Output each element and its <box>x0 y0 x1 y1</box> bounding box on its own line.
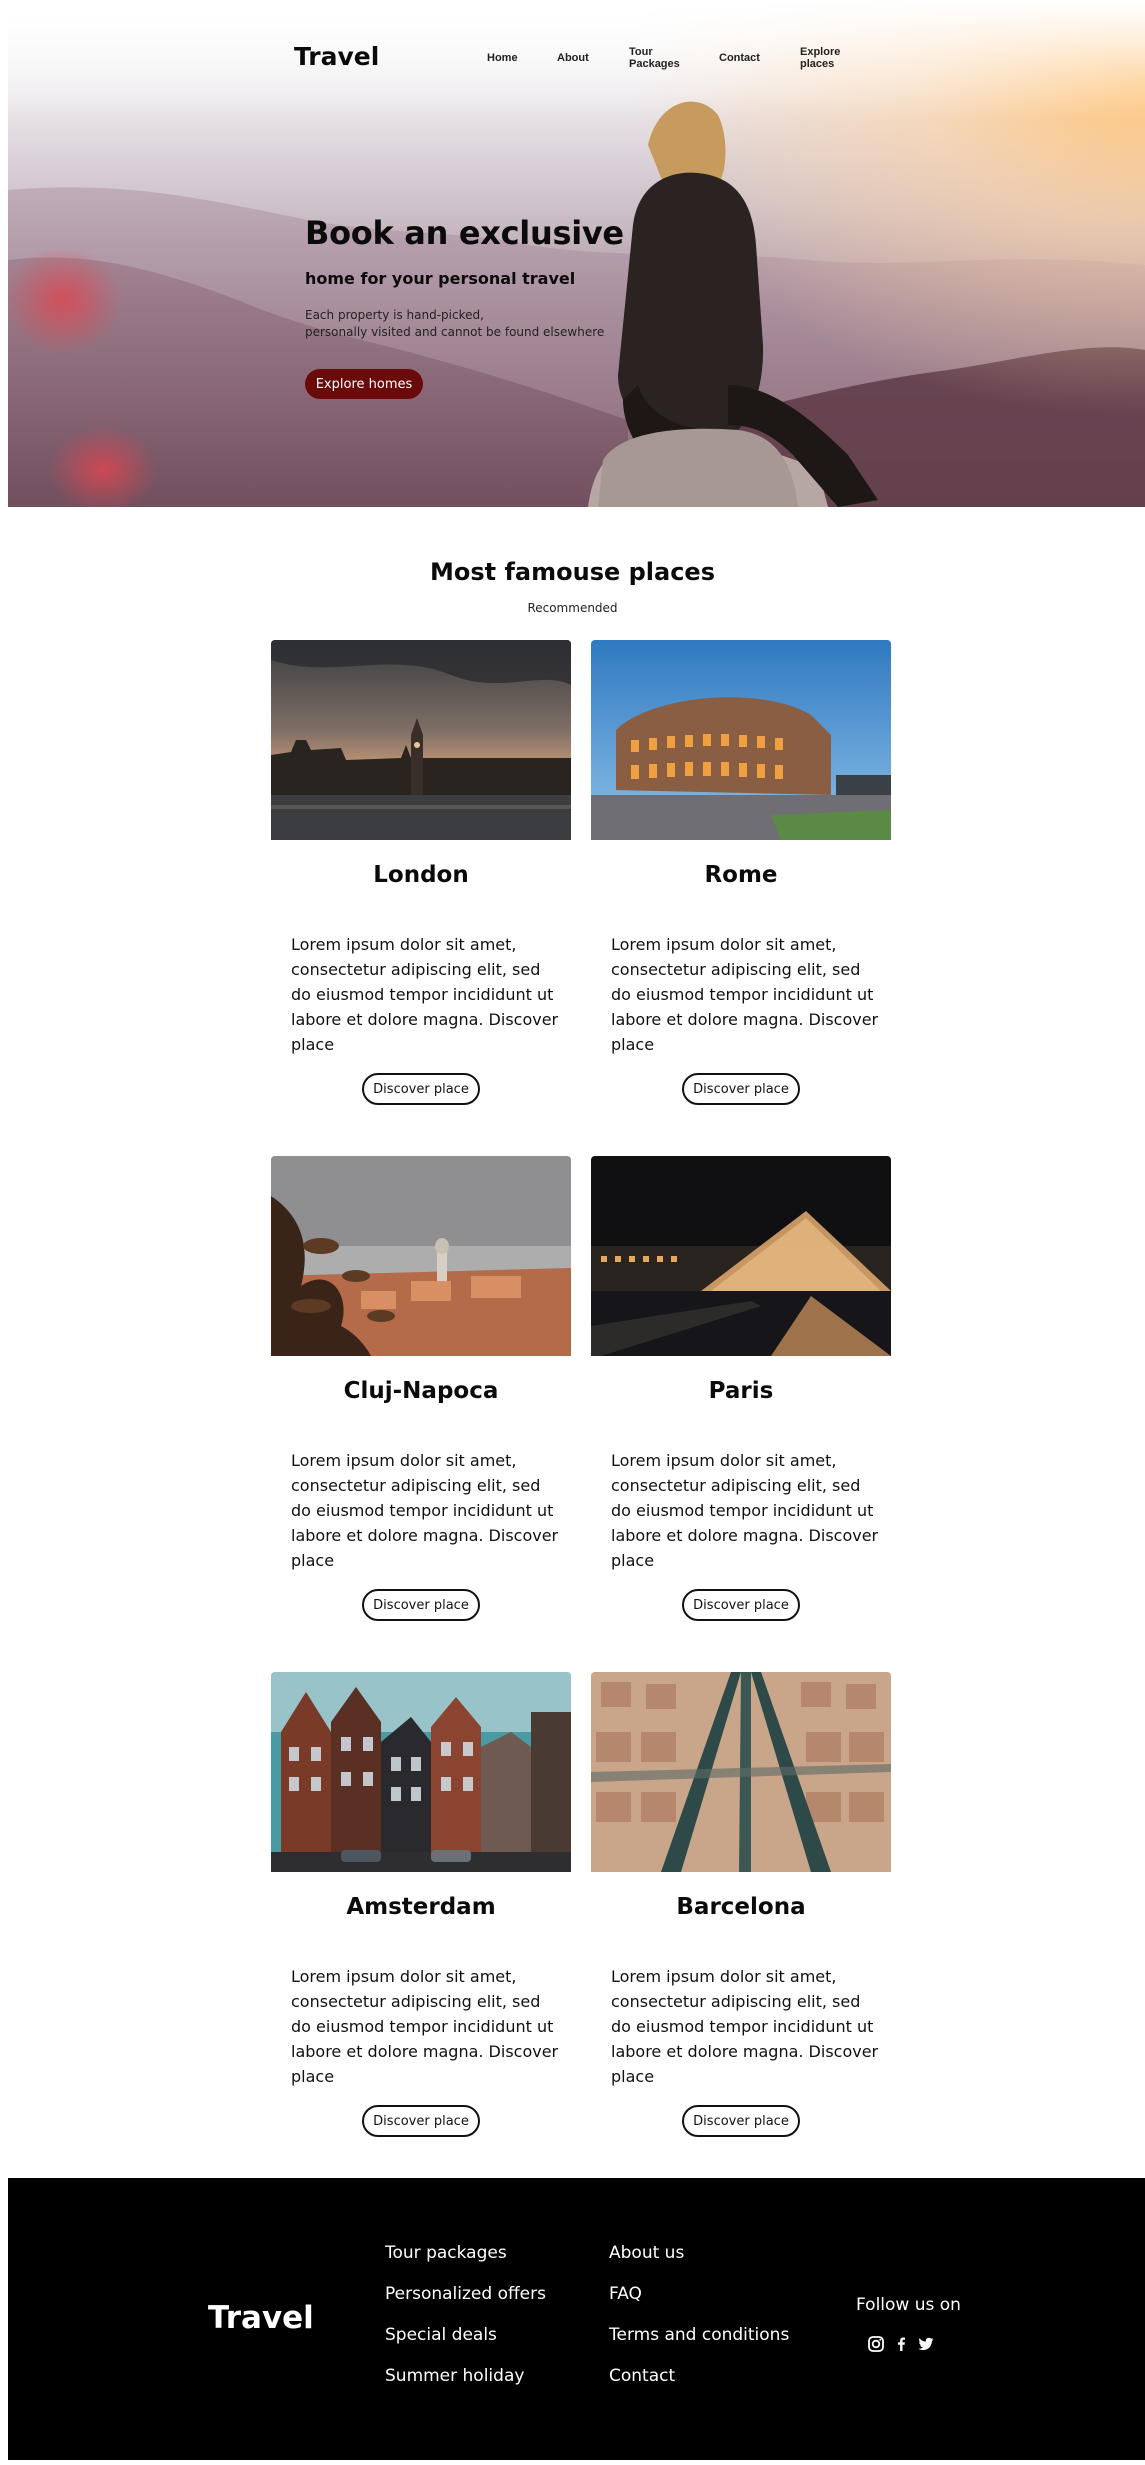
cluj-napoca-photo <box>271 1156 571 1356</box>
amsterdam-photo <box>271 1672 571 1872</box>
card-description: Lorem ipsum dolor sit amet, consectetur … <box>611 935 879 1054</box>
card-description: Lorem ipsum dolor sit amet, consectetur … <box>611 1451 879 1570</box>
discover-place-button[interactable]: Discover place <box>362 2105 480 2137</box>
card-city-name: Rome <box>704 862 778 888</box>
paris-photo <box>591 1156 891 1356</box>
nav-link-label: Home <box>487 52 518 64</box>
nav-link-label: Tour <box>629 46 653 58</box>
site-logo[interactable]: Travel <box>294 42 379 71</box>
nav-link-label: About <box>557 52 589 64</box>
card-description: Lorem ipsum dolor sit amet, consectetur … <box>291 1451 559 1570</box>
footer-link-terms[interactable]: Terms and conditions <box>609 2325 789 2345</box>
footer-link-contact[interactable]: Contact <box>609 2366 675 2386</box>
footer: Travel Tour packages Personalized offers… <box>8 2178 1145 2460</box>
footer-link-tour-packages[interactable]: Tour packages <box>385 2243 507 2263</box>
card-city-name: London <box>373 862 469 888</box>
follow-us-label: Follow us on <box>856 2295 961 2315</box>
london-photo <box>271 640 571 840</box>
nav-link-label: places <box>800 58 835 70</box>
section-subtitle: Recommended <box>527 601 618 615</box>
footer-link-personalized-offers[interactable]: Personalized offers <box>385 2284 546 2304</box>
hero-headline: Book an exclusive <box>305 214 624 252</box>
hero-paragraph-line: personally visited and cannot be found e… <box>305 325 605 339</box>
card-description: Lorem ipsum dolor sit amet, consectetur … <box>611 1967 879 2086</box>
twitter-icon[interactable] <box>916 2334 936 2354</box>
card-city-name: Cluj-Napoca <box>343 1378 499 1404</box>
instagram-icon[interactable] <box>866 2334 886 2354</box>
card-city-name: Paris <box>708 1378 774 1404</box>
footer-link-faq[interactable]: FAQ <box>609 2284 642 2304</box>
discover-place-button[interactable]: Discover place <box>682 1073 800 1105</box>
traveler-figure <box>598 101 878 507</box>
discover-place-button[interactable]: Discover place <box>362 1073 480 1105</box>
place-card-paris: Paris Lorem ipsum dolor sit amet, consec… <box>591 1156 891 1621</box>
hero-subheadline: home for your personal travel <box>305 269 576 288</box>
discover-place-button[interactable]: Discover place <box>682 1589 800 1621</box>
nav-link-contact[interactable]: Contact <box>719 52 760 64</box>
card-city-name: Barcelona <box>676 1894 806 1920</box>
rome-photo <box>591 640 891 840</box>
hero-paragraph: Each property is hand-picked, personally… <box>305 307 635 341</box>
place-card-cluj-napoca: Cluj-Napoca Lorem ipsum dolor sit amet, … <box>271 1156 571 1621</box>
footer-link-summer-holiday[interactable]: Summer holiday <box>385 2366 524 2386</box>
nav-link-about[interactable]: About <box>557 52 589 64</box>
place-card-amsterdam: Amsterdam Lorem ipsum dolor sit amet, co… <box>271 1672 571 2137</box>
place-card-rome: Rome Lorem ipsum dolor sit amet, consect… <box>591 640 891 1105</box>
footer-link-special-deals[interactable]: Special deals <box>385 2325 497 2345</box>
card-description: Lorem ipsum dolor sit amet, consectetur … <box>291 1967 559 2086</box>
card-city-name: Amsterdam <box>346 1894 496 1920</box>
explore-homes-button[interactable]: Explore homes <box>305 369 423 399</box>
hero-paragraph-line: Each property is hand-picked, <box>305 308 484 322</box>
place-card-barcelona: Barcelona Lorem ipsum dolor sit amet, co… <box>591 1672 891 2137</box>
nav-link-home[interactable]: Home <box>487 52 518 64</box>
nav-link-label: Explore <box>800 46 841 58</box>
hero-banner <box>8 0 1145 507</box>
nav-link-label: Packages <box>629 58 680 70</box>
nav-link-tour-packages[interactable]: Tour Packages <box>629 46 680 70</box>
nav-link-explore-places[interactable]: Explore places <box>800 46 840 70</box>
discover-place-button[interactable]: Discover place <box>362 1589 480 1621</box>
barcelona-photo <box>591 1672 891 1872</box>
card-description: Lorem ipsum dolor sit amet, consectetur … <box>291 935 559 1054</box>
discover-place-button[interactable]: Discover place <box>682 2105 800 2137</box>
facebook-icon[interactable] <box>891 2334 911 2354</box>
footer-link-about-us[interactable]: About us <box>609 2243 684 2263</box>
section-title: Most famouse places <box>429 558 715 586</box>
footer-logo[interactable]: Travel <box>208 2300 314 2336</box>
place-card-london: London Lorem ipsum dolor sit amet, conse… <box>271 640 571 1105</box>
nav-link-label: Contact <box>719 52 760 64</box>
